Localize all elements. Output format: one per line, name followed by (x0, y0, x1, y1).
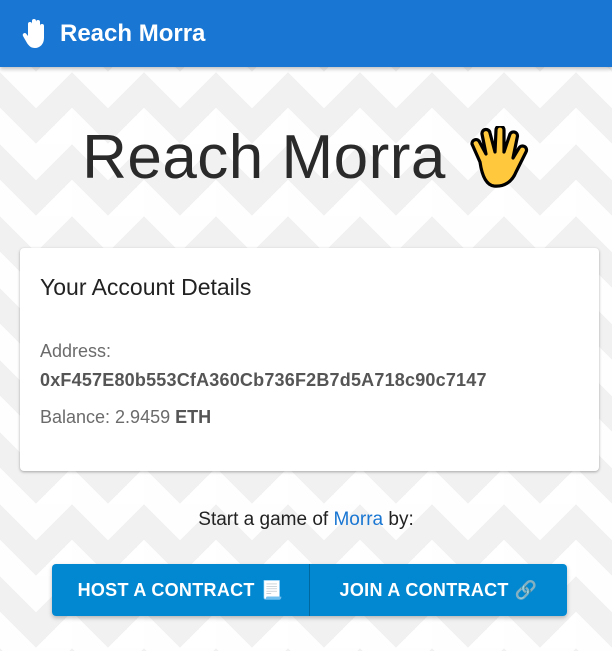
host-contract-label: HOST A CONTRACT (77, 579, 255, 600)
account-details-card: Your Account Details Address: 0xF457E80b… (20, 248, 599, 471)
page-title: Reach Morra (82, 123, 446, 192)
link-icon: 🔗 (514, 579, 538, 600)
morra-link[interactable]: Morra (333, 509, 383, 530)
balance: Balance: 2.9459 ETH (40, 407, 579, 428)
hero: Reach Morra (0, 122, 612, 193)
app-bar: Reach Morra (0, 0, 612, 67)
raised-hand-fingers-splayed-icon (470, 125, 529, 188)
address-value: 0xF457E80b553CfA360Cb736F2B7d5A718c90c71… (40, 370, 487, 390)
scroll-icon: 📃 (260, 579, 284, 600)
address-label: Address: (40, 341, 112, 361)
balance-unit: ETH (175, 407, 212, 427)
host-contract-button[interactable]: HOST A CONTRACT 📃 (52, 564, 309, 616)
prompt-text-before: Start a game of (198, 509, 334, 530)
balance-label: Balance: 2.9459 (40, 407, 171, 427)
card-title: Your Account Details (40, 274, 252, 300)
join-contract-button[interactable]: JOIN A CONTRACT 🔗 (309, 564, 567, 616)
action-button-group: HOST A CONTRACT 📃 JOIN A CONTRACT 🔗 (52, 564, 567, 616)
prompt-text-after: by: (383, 509, 414, 530)
app-title: Reach Morra (60, 19, 206, 47)
start-game-prompt: Start a game of Morra by: (0, 509, 612, 531)
join-contract-label: JOIN A CONTRACT (339, 579, 509, 600)
raised-hand-icon (22, 18, 44, 48)
